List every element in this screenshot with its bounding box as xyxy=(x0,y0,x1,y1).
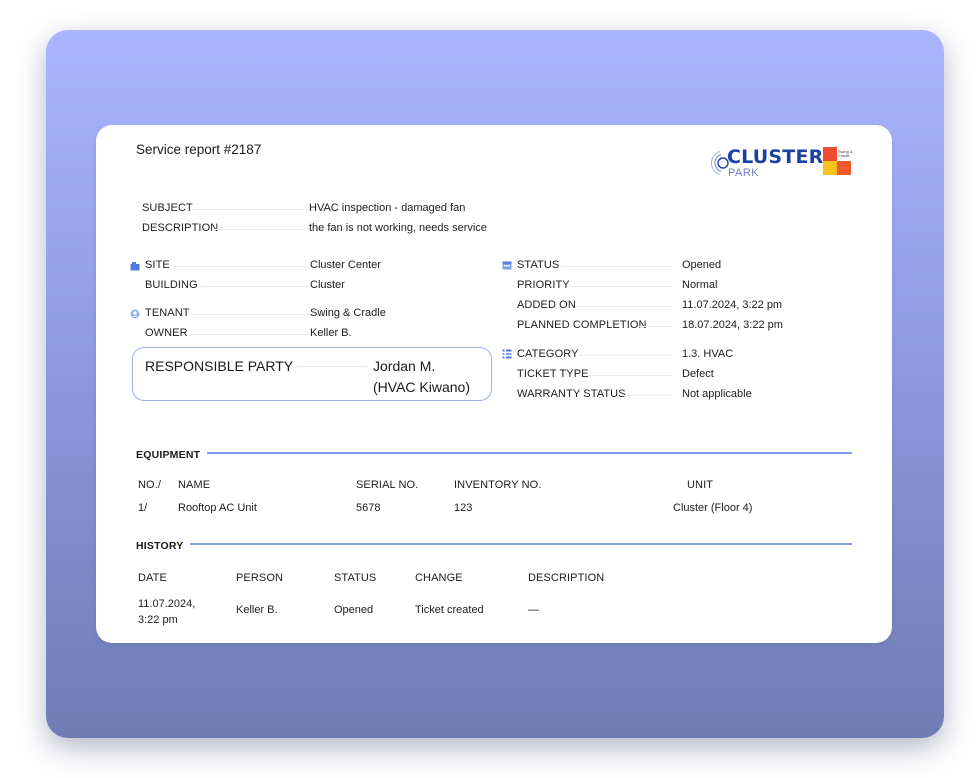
calendar-icon xyxy=(502,261,512,270)
building-row: BUILDING Cluster xyxy=(145,279,505,295)
equipment-header-serial: SERIAL NO. xyxy=(356,479,419,491)
equipment-cell-inventory: 123 xyxy=(454,502,473,514)
owner-value: Keller B. xyxy=(310,327,352,339)
history-cell-change: Ticket created xyxy=(415,604,484,616)
status-row: STATUS Opened xyxy=(517,259,877,275)
status-value: Opened xyxy=(682,259,722,271)
category-row: CATEGORY 1.3. HVAC xyxy=(517,348,877,364)
warranty-status-label: WARRANTY STATUS xyxy=(517,388,626,400)
equipment-header-unit: UNIT xyxy=(687,479,714,491)
description-label: DESCRIPTION xyxy=(142,222,219,234)
description-value: the fan is not working, needs service xyxy=(309,222,487,234)
tenant-icon xyxy=(130,309,140,319)
ticket-type-row: TICKET TYPE Defect xyxy=(517,368,877,384)
added-on-label: ADDED ON xyxy=(517,299,576,311)
site-value: Cluster Center xyxy=(310,259,381,271)
subject-value: HVAC inspection - damaged fan xyxy=(309,202,466,214)
ticket-type-value: Defect xyxy=(682,368,714,380)
category-icon xyxy=(502,349,512,359)
history-header-date: DATE xyxy=(138,572,167,584)
subject-row: SUBJECT HVAC inspection - damaged fan xyxy=(142,202,502,218)
report-title: Service report #2187 xyxy=(136,142,262,157)
owner-row: OWNER Keller B. xyxy=(145,327,505,343)
description-row: DESCRIPTION the fan is not working, need… xyxy=(142,222,502,238)
category-label: CATEGORY xyxy=(517,348,579,360)
history-cell-description: — xyxy=(528,604,539,616)
warranty-status-value: Not applicable xyxy=(682,388,752,400)
priority-label: PRIORITY xyxy=(517,279,570,291)
equipment-divider xyxy=(207,452,852,454)
added-on-value: 11.07.2024, 3:22 pm xyxy=(682,299,783,311)
warranty-status-row: WARRANTY STATUS Not applicable xyxy=(517,388,877,404)
history-header-status: STATUS xyxy=(334,572,377,584)
service-report-card: Service report #2187 CLUSTER PARK Swing … xyxy=(96,125,892,643)
tenant-value: Swing & Cradle xyxy=(310,307,386,319)
owner-label: OWNER xyxy=(145,327,188,339)
tenant-row: TENANT Swing & Cradle xyxy=(145,307,505,323)
site-label: SITE xyxy=(145,259,170,271)
added-on-row: ADDED ON 11.07.2024, 3:22 pm xyxy=(517,299,877,315)
ticket-type-label: TICKET TYPE xyxy=(517,368,589,380)
responsible-party-label: RESPONSIBLE PARTY xyxy=(145,358,294,374)
responsible-party-company: (HVAC Kiwano) xyxy=(373,379,470,395)
category-value: 1.3. HVAC xyxy=(682,348,734,360)
building-label: BUILDING xyxy=(145,279,198,291)
equipment-cell-unit: Cluster (Floor 4) xyxy=(673,502,753,514)
responsible-party-value: Jordan M. (HVAC Kiwano) xyxy=(373,356,470,398)
equipment-cell-no: 1/ xyxy=(138,502,148,514)
equipment-header-inventory: INVENTORY NO. xyxy=(454,479,542,491)
equipment-header-name: NAME xyxy=(178,479,211,491)
equipment-section-title: EQUIPMENT xyxy=(136,449,201,461)
history-section-title: HISTORY xyxy=(136,540,184,552)
history-header-change: CHANGE xyxy=(415,572,463,584)
planned-completion-value: 18.07.2024, 3:22 pm xyxy=(682,319,783,331)
history-date-line2: 3:22 pm xyxy=(138,614,178,626)
swing-cradle-logo-icon: Swing & Cradle xyxy=(823,147,853,177)
status-label: STATUS xyxy=(517,259,560,271)
cluster-park-logo: CLUSTER PARK Swing & Cradle xyxy=(706,145,856,185)
logo-wordmark: CLUSTER xyxy=(727,146,824,168)
history-header-person: PERSON xyxy=(236,572,284,584)
planned-completion-row: PLANNED COMPLETION 18.07.2024, 3:22 pm xyxy=(517,319,877,335)
equipment-header-no: NO./ xyxy=(138,479,162,491)
swing-cradle-logo-text: Swing & Cradle xyxy=(838,149,853,159)
subject-label: SUBJECT xyxy=(142,202,193,214)
history-cell-date: 11.07.2024, 3:22 pm xyxy=(138,596,195,628)
history-cell-person: Keller B. xyxy=(236,604,278,616)
building-icon xyxy=(130,262,140,271)
equipment-cell-name: Rooftop AC Unit xyxy=(178,502,257,514)
logo-subtext: PARK xyxy=(728,167,760,179)
history-divider xyxy=(190,543,852,545)
priority-value: Normal xyxy=(682,279,718,291)
planned-completion-label: PLANNED COMPLETION xyxy=(517,319,647,331)
priority-row: PRIORITY Normal xyxy=(517,279,877,295)
site-row: SITE Cluster Center xyxy=(145,259,505,275)
equipment-cell-serial: 5678 xyxy=(356,502,381,514)
building-value: Cluster xyxy=(310,279,345,291)
history-header-description: DESCRIPTION xyxy=(528,572,605,584)
responsible-party-box: RESPONSIBLE PARTY Jordan M. (HVAC Kiwano… xyxy=(132,347,492,401)
responsible-party-name: Jordan M. xyxy=(373,358,436,374)
tenant-label: TENANT xyxy=(145,307,190,319)
history-date-line1: 11.07.2024, xyxy=(138,598,196,610)
history-cell-status: Opened xyxy=(334,604,374,616)
